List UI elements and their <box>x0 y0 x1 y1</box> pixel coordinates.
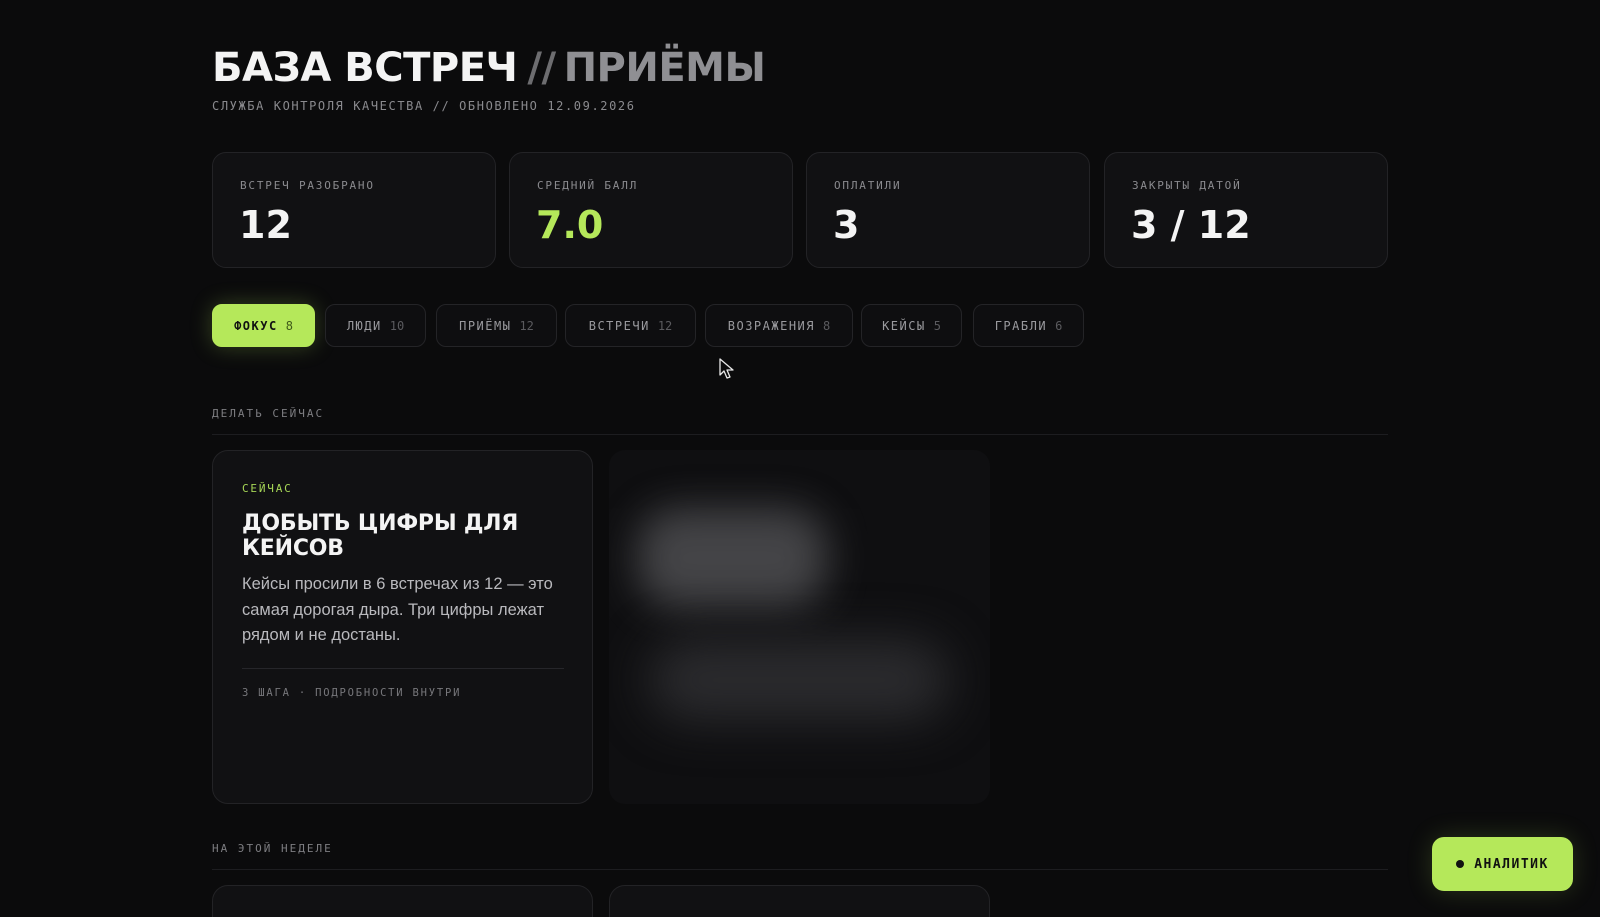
page-title: БАЗА ВСТРЕЧ//ПРИЁМЫ <box>212 44 766 92</box>
stats-row: ВСТРЕЧ РАЗОБРАНО 12 СРЕДНИЙ БАЛЛ 7.0 ОПЛ… <box>212 152 1388 268</box>
card-footer: 3 ШАГА · ПОДРОБНОСТИ ВНУТРИ <box>242 687 462 699</box>
title-section: ПРИЁМЫ <box>563 45 766 91</box>
tab-people[interactable]: ЛЮДИ 10 <box>325 304 426 347</box>
tab-meetings[interactable]: ВСТРЕЧИ 12 <box>565 304 696 347</box>
mouse-cursor-icon <box>719 358 734 379</box>
tab-count: 10 <box>389 318 405 333</box>
tab-count: 5 <box>933 318 941 333</box>
stat-value: 3 / 12 <box>1131 203 1251 247</box>
tab-pitfalls[interactable]: ГРАБЛИ 6 <box>973 304 1084 347</box>
page-subtitle: СЛУЖБА КОНТРОЛЯ КАЧЕСТВА // ОБНОВЛЕНО 12… <box>212 99 636 113</box>
stat-value: 3 <box>833 203 860 247</box>
stat-card-closed-by-date: ЗАКРЫТЫ ДАТОЙ 3 / 12 <box>1104 152 1388 268</box>
section-label-week: НА ЭТОЙ НЕДЕЛЕ <box>212 842 333 855</box>
stat-label: ЗАКРЫТЫ ДАТОЙ <box>1132 179 1242 192</box>
stat-card-paid: ОПЛАТИЛИ 3 <box>806 152 1090 268</box>
stat-label: ВСТРЕЧ РАЗОБРАНО <box>240 179 375 192</box>
tab-focus[interactable]: ФОКУС 8 <box>212 304 315 347</box>
skeleton-block <box>637 508 827 608</box>
tab-objections[interactable]: ВОЗРАЖЕНИЯ 8 <box>705 304 853 347</box>
tab-count: 12 <box>519 318 534 333</box>
card-kicker: СЕЙЧАС <box>242 482 293 495</box>
loading-card-placeholder <box>609 450 990 804</box>
section-label-now: ДЕЛАТЬ СЕЙЧАС <box>212 407 325 420</box>
status-dot-icon <box>1456 860 1465 868</box>
tab-label: КЕЙСЫ <box>882 318 926 333</box>
tab-label: ЛЮДИ <box>346 318 382 333</box>
tab-techniques[interactable]: ПРИЁМЫ 12 <box>436 304 557 347</box>
stat-card-meetings: ВСТРЕЧ РАЗОБРАНО 12 <box>212 152 496 268</box>
tab-count: 12 <box>657 318 673 333</box>
week-card[interactable] <box>609 885 990 917</box>
section-divider <box>212 434 1388 435</box>
tab-cases[interactable]: КЕЙСЫ 5 <box>861 304 962 347</box>
tab-count: 6 <box>1055 318 1063 333</box>
card-heading: ДОБЫТЬ ЦИФРЫ ДЛЯ КЕЙСОВ <box>242 511 519 561</box>
stat-label: СРЕДНИЙ БАЛЛ <box>537 179 639 192</box>
card-divider <box>242 668 564 669</box>
week-card[interactable] <box>212 885 593 917</box>
page: БАЗА ВСТРЕЧ//ПРИЁМЫ СЛУЖБА КОНТРОЛЯ КАЧЕ… <box>0 0 1600 917</box>
stat-card-avg-score: СРЕДНИЙ БАЛЛ 7.0 <box>509 152 793 268</box>
title-main: БАЗА ВСТРЕЧ <box>212 45 518 91</box>
section-divider <box>212 869 1388 870</box>
card-body: Кейсы просили в 6 встречах из 12 — это с… <box>242 575 553 644</box>
tab-label: ПРИЁМЫ <box>459 318 512 333</box>
analyst-button[interactable]: АНАЛИТИК <box>1432 837 1573 891</box>
title-separator: // <box>527 45 556 91</box>
tab-count: 8 <box>823 318 831 333</box>
stat-value: 7.0 <box>536 203 604 247</box>
stat-value: 12 <box>239 203 292 247</box>
focus-card[interactable]: СЕЙЧАС ДОБЫТЬ ЦИФРЫ ДЛЯ КЕЙСОВ Кейсы про… <box>212 450 593 804</box>
skeleton-block <box>649 640 949 720</box>
tab-label: ВОЗРАЖЕНИЯ <box>727 318 815 333</box>
analyst-button-label: АНАЛИТИК <box>1474 856 1549 872</box>
tab-count: 8 <box>285 318 293 333</box>
tab-label: ВСТРЕЧИ <box>588 318 650 333</box>
stat-label: ОПЛАТИЛИ <box>834 179 902 192</box>
tab-label: ГРАБЛИ <box>994 318 1048 333</box>
tab-label: ФОКУС <box>234 318 278 333</box>
